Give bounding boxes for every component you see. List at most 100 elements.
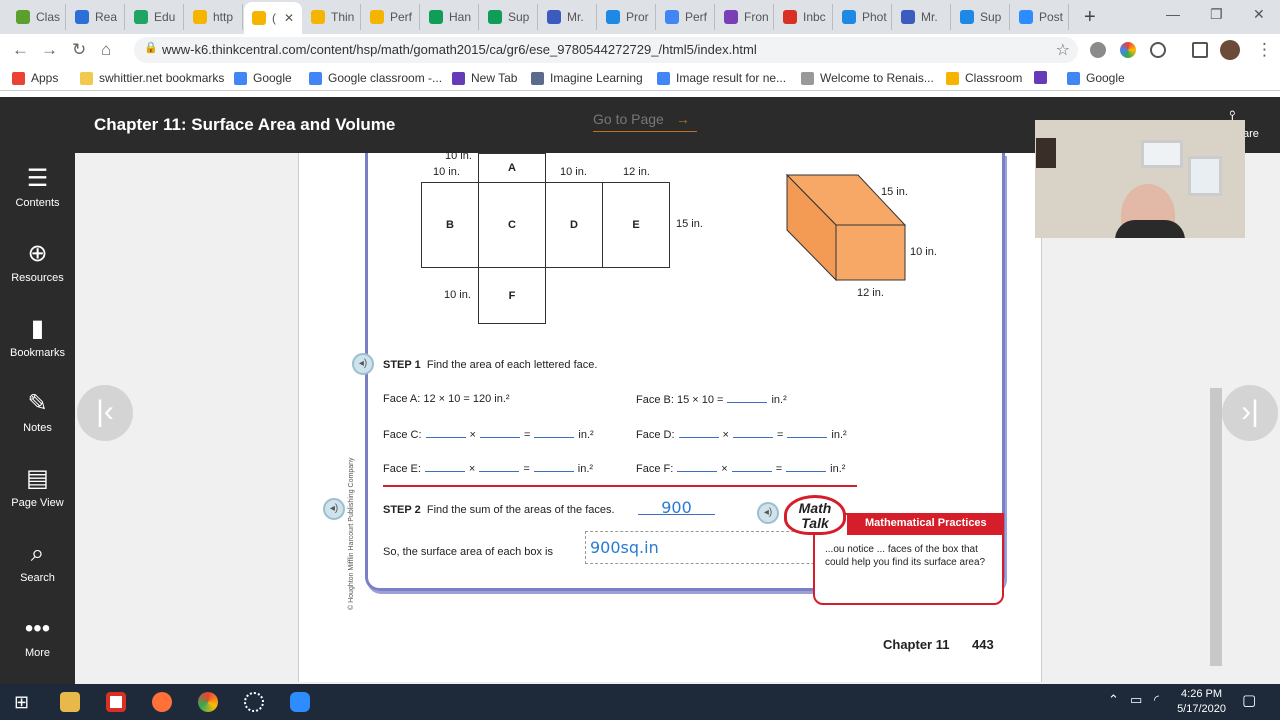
face-e-blank-2[interactable]: [479, 462, 520, 472]
close-window-button[interactable]: ✕: [1253, 6, 1265, 23]
loading-icon[interactable]: [244, 692, 264, 712]
browser-tab[interactable]: Edu: [126, 4, 184, 30]
windows-start-icon[interactable]: ⊞: [14, 692, 29, 713]
wifi-icon[interactable]: ◜: [1154, 692, 1159, 708]
bookmark-item[interactable]: New Tab: [452, 71, 517, 85]
chrome-icon[interactable]: [198, 692, 218, 712]
face-e-blank-3[interactable]: [533, 462, 574, 472]
file-explorer-icon[interactable]: [60, 692, 80, 712]
gmail-icon[interactable]: [106, 692, 126, 712]
face-f-blank-2[interactable]: [731, 462, 772, 472]
browser-tab[interactable]: Mr.: [893, 4, 951, 30]
face-d-blank-1[interactable]: [678, 428, 719, 438]
profile-avatar[interactable]: [1220, 40, 1240, 60]
minimize-button[interactable]: —: [1166, 6, 1180, 22]
tab-favicon-icon: [193, 10, 207, 24]
audio-speaker-icon[interactable]: ◂): [323, 498, 345, 520]
bookmark-item[interactable]: [1034, 71, 1053, 84]
face-c-blank-3[interactable]: [534, 428, 575, 438]
go-arrow-icon[interactable]: →: [676, 111, 690, 127]
nav-item-resources[interactable]: ⊕ Resources: [0, 240, 75, 284]
browser-tab[interactable]: Rea: [67, 4, 125, 30]
page-scrollbar[interactable]: [1210, 388, 1222, 666]
bookmark-item[interactable]: Imagine Learning: [531, 71, 643, 85]
face-label-c: C: [508, 219, 516, 231]
browser-tab[interactable]: Pror: [598, 4, 656, 30]
face-c-blank-1[interactable]: [425, 428, 466, 438]
nav-label: Bookmarks: [9, 347, 66, 359]
browser-tab[interactable]: Thin: [303, 4, 361, 30]
face-f-blank-3[interactable]: [786, 462, 827, 472]
nav-item-contents[interactable]: ☰ Contents: [0, 165, 75, 209]
browser-tab[interactable]: Sup: [480, 4, 538, 30]
audio-speaker-icon[interactable]: ◂): [757, 502, 779, 524]
bookmark-item[interactable]: Image result for ne...: [657, 71, 786, 85]
browser-tab[interactable]: Perf: [657, 4, 715, 30]
next-page-button[interactable]: ›|: [1222, 385, 1278, 441]
browser-menu-icon[interactable]: ⋮: [1256, 40, 1273, 60]
bookmark-item[interactable]: Apps: [12, 71, 58, 85]
browser-tab[interactable]: Clas: [8, 4, 66, 30]
browser-tab[interactable]: Fron: [716, 4, 774, 30]
bookmark-item[interactable]: Google: [234, 71, 292, 85]
network-icon[interactable]: ▭: [1130, 692, 1142, 708]
bookmark-item[interactable]: Welcome to Renais...: [801, 71, 934, 85]
bookmark-item[interactable]: Google: [1067, 71, 1125, 85]
face-d-blank-2[interactable]: [732, 428, 773, 438]
browser-tab[interactable]: Mr.: [539, 4, 597, 30]
firefox-icon[interactable]: [152, 692, 172, 712]
dim-d-top: 10 in.: [560, 166, 587, 178]
browser-tab[interactable]: Inbc: [775, 4, 833, 30]
url-text[interactable]: www-k6.thinkcentral.com/content/hsp/math…: [162, 42, 757, 57]
extension-color-icon[interactable]: [1120, 42, 1136, 58]
browser-tab[interactable]: Post: [1011, 4, 1069, 30]
nav-item-more[interactable]: ••• More: [0, 615, 75, 659]
tab-label: Clas: [36, 10, 61, 24]
zoom-icon[interactable]: [290, 692, 310, 712]
bookmark-item[interactable]: Classroom: [946, 71, 1022, 85]
bookmark-item[interactable]: Google classroom -...: [309, 71, 442, 85]
tab-label: Mr.: [921, 10, 938, 24]
bookmark-item[interactable]: swhittier.net bookmarks: [80, 71, 224, 85]
bookmark-icon: [1034, 71, 1047, 84]
face-f-blank-1[interactable]: [677, 462, 718, 472]
browser-tab[interactable]: Perf: [362, 4, 420, 30]
maximize-button[interactable]: ❐: [1210, 6, 1223, 23]
previous-page-button[interactable]: |‹: [77, 385, 133, 441]
close-tab-icon[interactable]: ✕: [284, 11, 294, 25]
face-d-blank-3[interactable]: [787, 428, 828, 438]
home-icon[interactable]: ⌂: [101, 40, 111, 60]
browser-tab[interactable]: http: [185, 4, 243, 30]
audio-speaker-icon[interactable]: ◂): [352, 353, 374, 375]
notification-icon[interactable]: ▢: [1242, 691, 1256, 709]
extension-icon[interactable]: [1090, 42, 1106, 58]
new-tab-button[interactable]: +: [1084, 6, 1096, 29]
browser-tab[interactable]: Han: [421, 4, 479, 30]
nav-item-search[interactable]: ⌕ Search: [0, 540, 75, 584]
back-arrow-icon[interactable]: ←: [12, 40, 29, 60]
cast-icon[interactable]: [1192, 42, 1208, 58]
equals-sign: =: [776, 429, 784, 441]
step2-answer-field[interactable]: 900: [638, 498, 715, 517]
go-to-page-field[interactable]: Go to Page →: [593, 111, 697, 132]
forward-arrow-icon[interactable]: →: [41, 40, 58, 60]
frame-picture: [1188, 156, 1222, 196]
math-talk-badge: Math Talk: [784, 495, 846, 535]
face-c-blank-2[interactable]: [479, 428, 520, 438]
net-face-a: A: [478, 153, 546, 183]
face-e-blank-1[interactable]: [424, 462, 465, 472]
url-bar[interactable]: 🔒 www-k6.thinkcentral.com/content/hsp/ma…: [134, 37, 1078, 63]
tray-expand-icon[interactable]: ⌃: [1108, 692, 1119, 708]
system-clock[interactable]: 4:26 PM 5/17/2020: [1177, 687, 1226, 717]
power-icon[interactable]: [1150, 42, 1166, 58]
reload-icon[interactable]: ↻: [72, 40, 86, 60]
browser-tab[interactable]: Phot: [834, 4, 892, 30]
nav-item-page-view[interactable]: ▤ Page View: [0, 465, 75, 509]
tab-favicon-icon: [901, 10, 915, 24]
browser-tab[interactable]: Sup: [952, 4, 1010, 30]
face-b-blank[interactable]: [727, 393, 768, 403]
browser-tab[interactable]: (✕: [244, 2, 302, 34]
bookmark-star-icon[interactable]: ☆: [1056, 40, 1070, 60]
nav-item-bookmarks[interactable]: ▮ Bookmarks: [0, 315, 75, 359]
nav-item-notes[interactable]: ✎ Notes: [0, 390, 75, 434]
